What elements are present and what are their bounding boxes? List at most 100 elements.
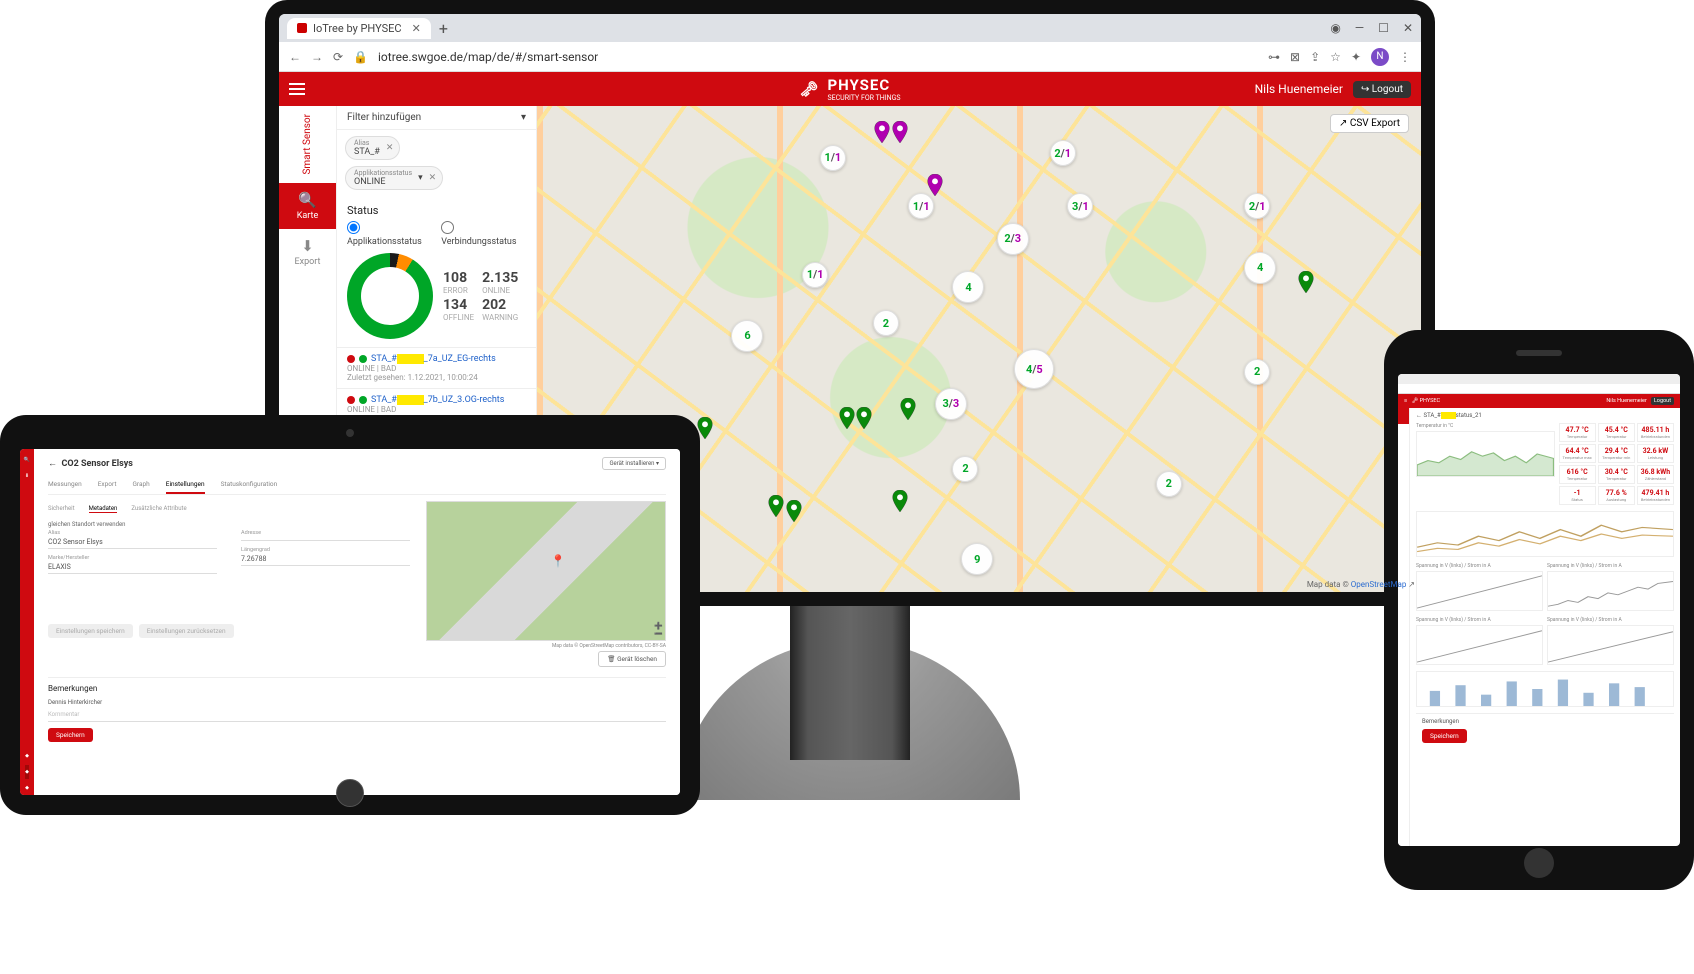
sub-tab[interactable]: Zusätzliche Attribute — [131, 505, 186, 513]
minimize-icon[interactable]: — — [1355, 21, 1364, 35]
menu-icon[interactable]: ≡ — [1404, 398, 1407, 404]
map-pin-icon[interactable] — [696, 417, 714, 439]
metric-tile: 479.41 hBetriebsstunden — [1637, 486, 1674, 505]
translate-icon[interactable]: ⊠ — [1290, 50, 1300, 64]
map-pin-icon[interactable] — [873, 121, 891, 143]
comment-input[interactable]: Kommentar — [48, 708, 666, 722]
tablet-camera — [346, 429, 354, 437]
rail-item-karte[interactable]: 🔍 Karte — [279, 183, 336, 229]
reload-icon[interactable]: ⟳ — [333, 50, 343, 64]
map-pin-icon[interactable] — [1297, 271, 1315, 293]
cluster-marker[interactable]: 2 — [1244, 359, 1270, 385]
chart-title: Spannung in V (links) / Strom in A — [1416, 617, 1543, 623]
profile-avatar[interactable]: N — [1371, 48, 1389, 66]
extensions-icon[interactable]: ✦ — [1351, 50, 1361, 64]
filter-dropdown[interactable]: Filter hinzufügen ▾ — [337, 106, 536, 130]
chip-appstatus[interactable]: Applikationsstatus ONLINE ▾ ✕ — [345, 166, 443, 190]
logout-button[interactable]: ↪ Logout — [1353, 81, 1411, 98]
tab[interactable]: Export — [98, 476, 117, 494]
device-list-item[interactable]: STA_#xxxxxx_7a_UZ_EG-rechts ONLINE | BAD… — [337, 347, 536, 388]
cluster-marker[interactable]: 2 — [873, 310, 899, 336]
osm-link[interactable]: OpenStreetMap — [1351, 580, 1407, 589]
forward-icon[interactable]: → — [311, 50, 323, 64]
longitude-field[interactable]: 7.26788 — [241, 553, 410, 566]
zoom-controls[interactable]: ➕➖ — [654, 622, 663, 638]
tab[interactable]: Messungen — [48, 476, 82, 494]
manufacturer-field[interactable]: ELAXIS — [48, 561, 217, 574]
sub-tab[interactable]: Sicherheit — [48, 505, 75, 513]
cluster-marker[interactable]: 2 — [1156, 471, 1182, 497]
rail-icon[interactable]: 🔍 — [24, 453, 30, 467]
cluster-marker[interactable]: 4 — [1244, 252, 1276, 284]
url-text[interactable]: iotree.swgoe.de/map/de/#/smart-sensor — [378, 50, 1258, 64]
delete-device-button[interactable]: 🗑 Gerät löschen — [598, 651, 666, 667]
cluster-marker[interactable]: 1/1 — [820, 145, 846, 171]
rail-item[interactable] — [1398, 408, 1409, 424]
chip-alias[interactable]: Alias STA_# ✕ — [345, 136, 400, 160]
radio-appstatus[interactable]: Applikationsstatus — [347, 221, 431, 247]
address-field[interactable] — [241, 536, 410, 541]
kebab-icon[interactable]: ⋮ — [1399, 50, 1411, 64]
alias-field[interactable]: CO2 Sensor Elsys — [48, 536, 217, 549]
use-location-toggle[interactable]: gleichen Standort verwenden — [48, 521, 410, 528]
map-pin-icon[interactable] — [838, 407, 856, 429]
cluster-marker[interactable]: 1/1 — [802, 262, 828, 288]
radio-connstatus[interactable]: Verbindungsstatus — [441, 221, 526, 247]
new-tab-button[interactable]: + — [439, 19, 448, 38]
breadcrumb[interactable]: STA_# — [1424, 412, 1441, 419]
tab[interactable]: Einstellungen — [166, 476, 205, 494]
cluster-marker[interactable]: 2/3 — [997, 223, 1029, 255]
save-settings-button[interactable]: Einstellungen speichern — [48, 624, 133, 638]
csv-export-button[interactable]: ↗ CSV Export — [1330, 114, 1409, 133]
tab[interactable]: Statuskonfiguration — [221, 476, 278, 494]
sub-tab[interactable]: Metadaten — [89, 505, 118, 513]
key-icon[interactable]: ⊶ — [1268, 50, 1280, 64]
tablet-home-button[interactable] — [336, 779, 364, 807]
rail-icon-active[interactable]: ◆ — [25, 765, 29, 779]
phone-speaker — [1516, 350, 1562, 356]
tablet-frame: 🔍 ⬇ ◆ ◆ ◆ ← CO2 Sensor Elsys Gerät insta… — [0, 415, 700, 815]
map-icon: 🔍 — [279, 191, 336, 209]
rail-icon[interactable]: ◆ — [25, 749, 29, 763]
logout-button[interactable]: Logout — [1651, 397, 1674, 405]
map-pin-icon[interactable] — [891, 121, 909, 143]
map-pin-icon[interactable] — [767, 495, 785, 517]
phone-home-button[interactable] — [1524, 848, 1554, 878]
save-button[interactable]: Speichern — [1422, 729, 1467, 743]
rail-item[interactable] — [1398, 424, 1409, 440]
menu-icon[interactable] — [289, 83, 305, 95]
share-icon[interactable]: ⇪ — [1310, 50, 1320, 64]
brand-name: PHYSEC — [827, 76, 890, 94]
save-remark-button[interactable]: Speichern — [48, 728, 93, 742]
install-device-dropdown[interactable]: Gerät installieren ▾ — [602, 457, 666, 470]
tab[interactable]: Graph — [132, 476, 149, 494]
map-pin-icon[interactable] — [926, 174, 944, 196]
back-icon[interactable]: ← — [289, 50, 301, 64]
back-button[interactable]: ← — [48, 459, 57, 469]
cluster-marker[interactable]: 2/1 — [1050, 140, 1076, 166]
star-icon[interactable]: ☆ — [1330, 50, 1341, 64]
maximize-icon[interactable]: ☐ — [1378, 21, 1389, 35]
status-donut-chart — [347, 253, 433, 339]
map-pin-icon[interactable] — [855, 407, 873, 429]
rail-icon[interactable]: ◆ — [25, 781, 29, 795]
browser-tab-active[interactable]: IoTree by PHYSEC ✕ — [287, 18, 431, 39]
reset-settings-button[interactable]: Einstellungen zurücksetzen — [139, 624, 234, 638]
temperature-chart — [1416, 431, 1555, 477]
chip-remove-icon[interactable]: ✕ — [429, 173, 437, 183]
cluster-marker[interactable]: 3/3 — [935, 388, 967, 420]
record-icon[interactable]: ◉ — [1330, 21, 1340, 35]
tablet-content: ← CO2 Sensor Elsys Gerät installieren ▾ … — [34, 449, 680, 795]
brand-logo: 🗝 PHYSEC SECURITY FOR THINGS — [799, 76, 900, 102]
rail-item-export[interactable]: ⬇ Export — [279, 229, 336, 275]
status-block: Status Applikationsstatus Verbindungssta… — [337, 196, 536, 347]
map-pin-icon[interactable] — [899, 398, 917, 420]
settings-minimap[interactable]: 📍 ➕➖ — [426, 501, 666, 641]
close-tab-icon[interactable]: ✕ — [412, 22, 421, 35]
map-pin-icon[interactable] — [891, 490, 909, 512]
map-pin-icon[interactable] — [785, 500, 803, 522]
rail-icon[interactable]: ⬇ — [25, 469, 29, 483]
close-window-icon[interactable]: ✕ — [1403, 21, 1413, 35]
chip-remove-icon[interactable]: ✕ — [386, 143, 394, 153]
browser-tab-bar: IoTree by PHYSEC ✕ + ◉ — ☐ ✕ — [279, 14, 1421, 42]
